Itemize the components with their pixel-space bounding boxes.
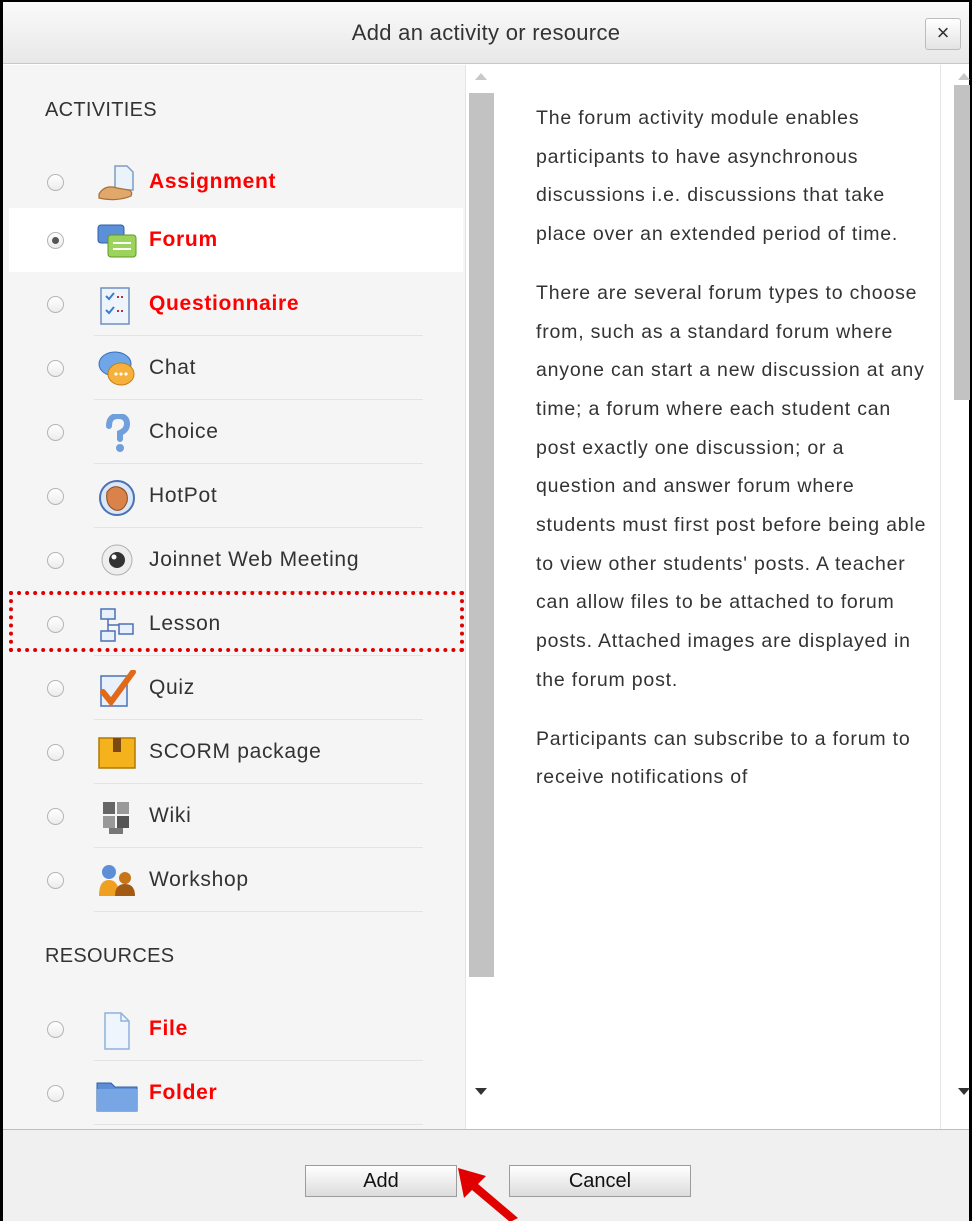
wiki-icon: [103, 802, 129, 834]
radio-button[interactable]: [47, 174, 64, 191]
radio-button[interactable]: [47, 872, 64, 889]
question-mark-icon: [106, 414, 131, 452]
add-activity-dialog: Add an activity or resource × ACTIVITIES…: [0, 0, 972, 1221]
list-item-choice[interactable]: Choice: [9, 400, 463, 464]
add-button[interactable]: Add: [305, 1165, 457, 1197]
scrollbar-thumb[interactable]: [954, 85, 970, 400]
module-label: File: [149, 1017, 188, 1040]
radio-button[interactable]: [47, 424, 64, 441]
radio-button[interactable]: [47, 552, 64, 569]
radio-button[interactable]: [47, 680, 64, 697]
file-icon: [104, 1012, 130, 1050]
list-item-scorm-package[interactable]: SCORM package: [9, 720, 463, 784]
dialog-title: Add an activity or resource: [351, 20, 621, 45]
help-paragraph: The forum activity module enables partic…: [536, 107, 899, 246]
assignment-icon: [98, 165, 134, 201]
list-item-workshop[interactable]: Workshop: [9, 848, 463, 912]
scroll-up-icon[interactable]: [475, 73, 487, 80]
radio-button[interactable]: [47, 1021, 64, 1038]
questionnaire-icon: [100, 287, 130, 325]
module-label: Folder: [149, 1081, 218, 1104]
module-label: HotPot: [149, 484, 218, 507]
radio-button[interactable]: [47, 808, 64, 825]
help-paragraph: There are several forum types to choose …: [536, 281, 927, 691]
folder-icon: [96, 1082, 138, 1112]
activities-heading: ACTIVITIES: [45, 99, 157, 121]
list-item-file[interactable]: File: [9, 997, 463, 1061]
module-label: Joinnet Web Meeting: [149, 548, 360, 571]
module-label: Workshop: [149, 868, 249, 891]
module-label: Choice: [149, 420, 219, 443]
scrollbar-thumb[interactable]: [469, 93, 494, 977]
scroll-up-icon[interactable]: [958, 73, 970, 80]
radio-button[interactable]: [47, 360, 64, 377]
list-item-folder[interactable]: Folder: [9, 1061, 463, 1125]
workshop-icon: [99, 865, 135, 896]
chat-icon: [98, 351, 135, 386]
radio-button[interactable]: [47, 1085, 64, 1102]
annotation-arrow-icon: [458, 1168, 518, 1221]
scroll-down-icon[interactable]: [475, 1088, 487, 1095]
module-label: Chat: [149, 356, 197, 379]
list-item-joinnet-web-meeting[interactable]: Joinnet Web Meeting: [9, 528, 463, 592]
webcam-icon: [101, 544, 133, 576]
scroll-down-icon[interactable]: [958, 1088, 970, 1095]
module-label: Assignment: [149, 170, 277, 193]
hotpot-icon: [99, 480, 135, 516]
dialog-header: Add an activity or resource ×: [3, 2, 969, 64]
list-item-hotpot[interactable]: HotPot: [9, 464, 463, 528]
module-label: Wiki: [149, 804, 192, 827]
scorm-package-icon: [98, 737, 136, 769]
module-label: Forum: [149, 228, 218, 251]
list-item-chat[interactable]: Chat: [9, 336, 463, 400]
list-item-questionnaire[interactable]: Questionnaire: [9, 272, 463, 336]
list-item-assignment[interactable]: Assignment: [9, 150, 463, 214]
list-item-forum[interactable]: Forum: [9, 208, 463, 272]
list-item-wiki[interactable]: Wiki: [9, 784, 463, 848]
quiz-icon: [100, 670, 136, 707]
help-panel: The forum activity module enables partic…: [496, 65, 938, 1129]
list-item-quiz[interactable]: Quiz: [9, 656, 463, 720]
module-label: Quiz: [149, 676, 195, 699]
help-scrollbar[interactable]: [940, 65, 970, 1129]
radio-button-selected[interactable]: [47, 232, 64, 249]
help-paragraph: Participants can subscribe to a forum to…: [536, 727, 911, 789]
cancel-button[interactable]: Cancel: [509, 1165, 691, 1197]
radio-button[interactable]: [47, 488, 64, 505]
divider: [94, 911, 423, 912]
resources-heading: RESOURCES: [45, 945, 175, 967]
annotation-highlight: [9, 591, 464, 652]
radio-button[interactable]: [47, 744, 64, 761]
close-button[interactable]: ×: [925, 18, 961, 50]
list-scrollbar[interactable]: [465, 65, 495, 1129]
forum-icon: [97, 224, 137, 258]
module-label: SCORM package: [149, 740, 322, 763]
module-label: Questionnaire: [149, 292, 300, 315]
radio-button[interactable]: [47, 296, 64, 313]
